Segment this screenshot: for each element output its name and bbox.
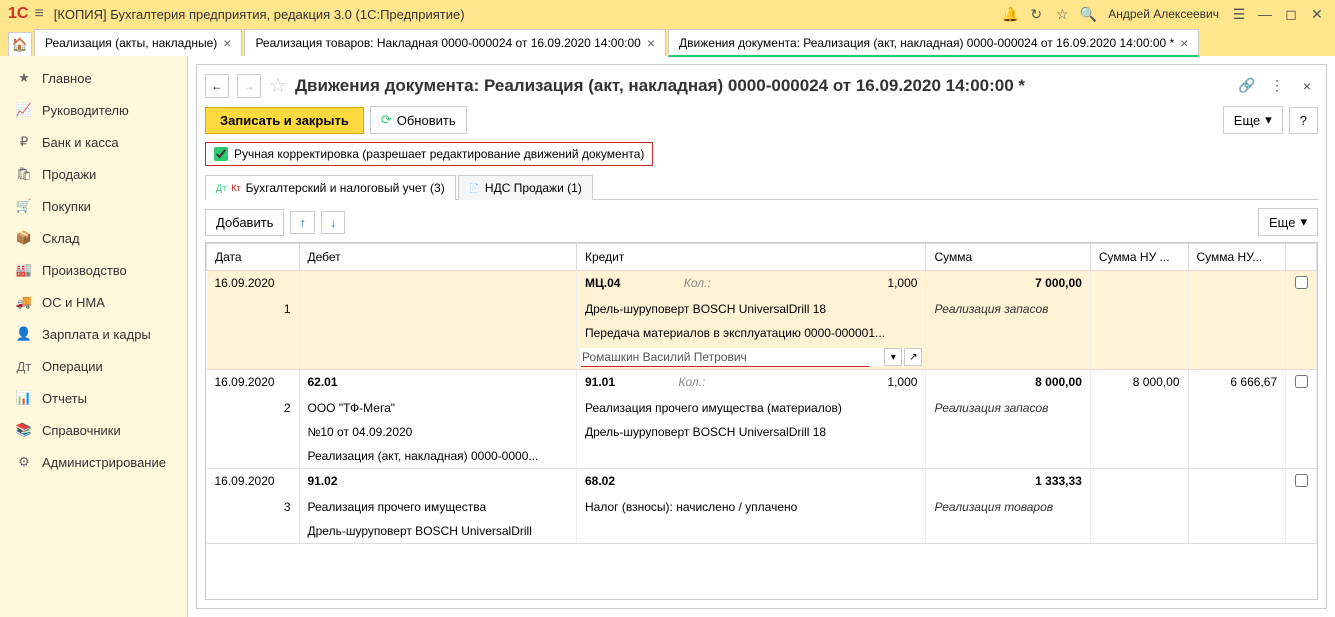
home-tab[interactable]: 🏠 <box>8 32 32 56</box>
table-row[interactable]: 16.09.2020 62.01 91.01 Кол.:1,000 8 000,… <box>207 370 1317 397</box>
sidebar: ★Главное 📈Руководителю ₽Банк и касса 🛍Пр… <box>0 56 188 617</box>
tab-3-active[interactable]: Движения документа: Реализация (акт, нак… <box>668 29 1199 57</box>
chart-icon: 📈 <box>16 102 32 118</box>
window-title: [КОПИЯ] Бухгалтерия предприятия, редакци… <box>50 7 994 22</box>
move-up-button[interactable]: ↑ <box>290 211 315 234</box>
tab-1[interactable]: Реализация (акты, накладные) × <box>34 29 242 56</box>
tab-accounting[interactable]: ДтКтБухгалтерский и налоговый учет (3) <box>205 175 456 200</box>
sidebar-item-main[interactable]: ★Главное <box>0 62 187 94</box>
settings-icon[interactable]: ☰ <box>1229 4 1249 24</box>
chevron-down-icon: ▾ <box>1300 214 1307 230</box>
user-name[interactable]: Андрей Алексеевич <box>1104 7 1223 21</box>
sidebar-item-bank[interactable]: ₽Банк и касса <box>0 126 187 158</box>
close-icon[interactable]: × <box>223 35 231 51</box>
close-icon[interactable]: ✕ <box>1307 4 1327 24</box>
box-icon: 📦 <box>16 230 32 246</box>
titlebar: 1C ≡ [КОПИЯ] Бухгалтерия предприятия, ре… <box>0 0 1335 28</box>
dropdown-icon[interactable]: ▾ <box>884 348 902 366</box>
more-button[interactable]: Еще ▾ <box>1223 106 1283 134</box>
link-icon[interactable]: 🔗 <box>1236 75 1258 97</box>
sidebar-item-assets[interactable]: 🚚ОС и НМА <box>0 286 187 318</box>
row-checkbox[interactable] <box>1295 276 1308 289</box>
row-checkbox[interactable] <box>1295 474 1308 487</box>
factory-icon: 🏭 <box>16 262 32 278</box>
star-icon[interactable]: ☆ <box>1052 4 1072 24</box>
sidebar-item-reports[interactable]: 📊Отчеты <box>0 382 187 414</box>
page-title: Движения документа: Реализация (акт, нак… <box>295 76 1228 96</box>
refresh-button[interactable]: ⟳Обновить <box>370 106 467 134</box>
star-icon: ★ <box>16 70 32 86</box>
credit-input-cell[interactable]: ▾↗ <box>580 348 922 366</box>
maximize-icon[interactable]: ◻ <box>1281 4 1301 24</box>
bars-icon: 📊 <box>16 390 32 406</box>
manual-edit-checkbox[interactable]: Ручная корректировка (разрешает редактир… <box>205 142 653 166</box>
person-icon: 👤 <box>16 326 32 342</box>
content-area: ← → ☆ Движения документа: Реализация (ак… <box>188 56 1335 617</box>
sidebar-item-production[interactable]: 🏭Производство <box>0 254 187 286</box>
table-row[interactable]: 16.09.2020 91.02 68.02 1 333,33 <box>207 469 1317 496</box>
manual-edit-input[interactable] <box>214 147 228 161</box>
help-button[interactable]: ? <box>1289 107 1318 134</box>
more-button-2[interactable]: Еще ▾ <box>1258 208 1318 236</box>
close-icon[interactable]: × <box>1296 75 1318 97</box>
app-logo-icon: 1C <box>8 5 28 23</box>
move-down-button[interactable]: ↓ <box>321 211 346 234</box>
sidebar-item-hr[interactable]: 👤Зарплата и кадры <box>0 318 187 350</box>
open-icon[interactable]: ↗ <box>904 348 922 366</box>
tab-2[interactable]: Реализация товаров: Накладная 0000-00002… <box>244 29 666 56</box>
close-icon[interactable]: × <box>647 35 655 51</box>
search-icon[interactable]: 🔍 <box>1078 4 1098 24</box>
table-row[interactable]: 16.09.2020 МЦ.04 Кол.:1,000 7 000,00 <box>207 271 1317 298</box>
chevron-down-icon: ▾ <box>1265 112 1272 128</box>
coin-icon: ₽ <box>16 134 32 150</box>
sidebar-item-purchases[interactable]: 🛒Покупки <box>0 190 187 222</box>
gear-icon: ⚙ <box>16 454 32 470</box>
sidebar-item-admin[interactable]: ⚙Администрирование <box>0 446 187 478</box>
sidebar-item-warehouse[interactable]: 📦Склад <box>0 222 187 254</box>
add-button[interactable]: Добавить <box>205 209 284 236</box>
book-icon: 📚 <box>16 422 32 438</box>
favorite-icon[interactable]: ☆ <box>269 73 287 98</box>
truck-icon: 🚚 <box>16 294 32 310</box>
close-icon[interactable]: × <box>1180 35 1188 51</box>
sidebar-item-catalogs[interactable]: 📚Справочники <box>0 414 187 446</box>
sidebar-item-manager[interactable]: 📈Руководителю <box>0 94 187 126</box>
bag-icon: 🛍 <box>16 166 32 182</box>
history-icon[interactable]: ↻ <box>1026 4 1046 24</box>
entries-table: Дата Дебет Кредит Сумма Сумма НУ ... Сум… <box>205 242 1318 600</box>
row-checkbox[interactable] <box>1295 375 1308 388</box>
tab-vat[interactable]: 📄НДС Продажи (1) <box>458 175 593 200</box>
minimize-icon[interactable]: — <box>1255 4 1275 24</box>
refresh-icon: ⟳ <box>381 112 392 128</box>
sidebar-item-sales[interactable]: 🛍Продажи <box>0 158 187 190</box>
document-tabs: 🏠 Реализация (акты, накладные) × Реализа… <box>0 28 1335 56</box>
ledger-icon: Дт <box>216 183 226 193</box>
doc-icon: 📄 <box>469 183 480 194</box>
sidebar-item-operations[interactable]: ДтОперации <box>0 350 187 382</box>
credit-input[interactable] <box>580 348 882 366</box>
cart-icon: 🛒 <box>16 198 32 214</box>
nav-back-button[interactable]: ← <box>205 74 229 98</box>
table-header: Дата Дебет Кредит Сумма Сумма НУ ... Сум… <box>207 244 1317 271</box>
save-close-button[interactable]: Записать и закрыть <box>205 107 364 134</box>
nav-forward-button[interactable]: → <box>237 74 261 98</box>
bell-icon[interactable]: 🔔 <box>1000 4 1020 24</box>
hamburger-icon[interactable]: ≡ <box>34 5 43 23</box>
kebab-icon[interactable]: ⋮ <box>1266 75 1288 97</box>
ledger-icon: Дт <box>16 358 32 374</box>
